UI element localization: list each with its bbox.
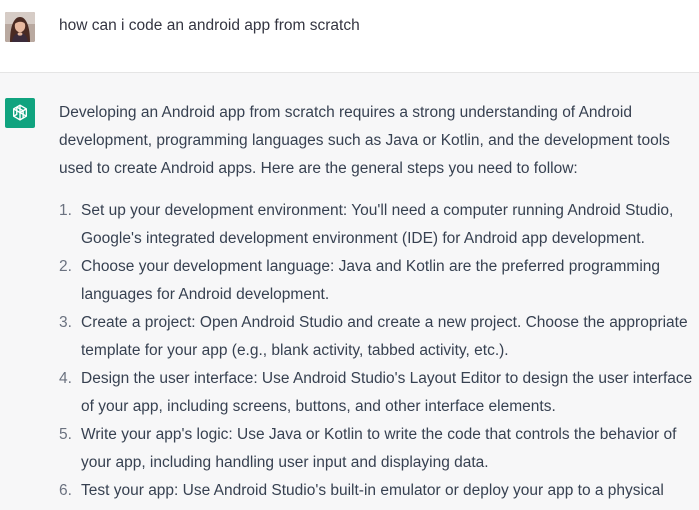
list-item: 1. Set up your development environment: … [59, 197, 699, 253]
step-number: 2. [59, 258, 72, 275]
step-line: languages for Android development. [81, 286, 330, 303]
intro-line: Developing an Android app from scratch r… [59, 104, 632, 121]
assistant-message-body: Developing an Android app from scratch r… [59, 99, 699, 505]
user-avatar-photo-icon [5, 12, 35, 42]
intro-line: development, programming languages such … [59, 132, 670, 149]
assistant-avatar [5, 98, 35, 128]
step-line: of your app, including screens, buttons,… [81, 398, 556, 415]
user-message-row: how can i code an android app from scrat… [0, 0, 699, 73]
user-message-text: how can i code an android app from scrat… [59, 17, 360, 34]
intro-line: used to create Android apps. Here are th… [59, 160, 578, 177]
step-number: 4. [59, 370, 72, 387]
step-number: 5. [59, 426, 72, 443]
step-number: 1. [59, 202, 72, 219]
step-line: Choose your development language: Java a… [81, 258, 661, 275]
step-number: 6. [59, 482, 72, 499]
step-line: Design the user interface: Use Android S… [81, 370, 693, 387]
step-line: Write your app's logic: Use Java or Kotl… [81, 426, 677, 443]
openai-logo-icon [12, 104, 28, 121]
list-item: 6. Test your app: Use Android Studio's b… [59, 477, 699, 505]
step-line: template for your app (e.g., blank activ… [81, 342, 509, 359]
list-item: 4. Design the user interface: Use Androi… [59, 365, 699, 421]
step-line: your app, including handling user input … [81, 454, 489, 471]
user-avatar [5, 12, 35, 42]
list-item: 5. Write your app's logic: Use Java or K… [59, 421, 699, 477]
assistant-intro-paragraph: Developing an Android app from scratch r… [59, 99, 695, 183]
list-item: 3. Create a project: Open Android Studio… [59, 309, 699, 365]
step-line: Create a project: Open Android Studio an… [81, 314, 688, 331]
step-line: Google's integrated development environm… [81, 230, 645, 247]
step-number: 3. [59, 314, 72, 331]
step-line: Test your app: Use Android Studio's buil… [81, 482, 664, 499]
chat-page: how can i code an android app from scrat… [0, 0, 699, 510]
assistant-message-row: Developing an Android app from scratch r… [0, 73, 699, 510]
steps-list: 1. Set up your development environment: … [59, 197, 699, 505]
step-line: Set up your development environment: You… [81, 202, 674, 219]
list-item: 2. Choose your development language: Jav… [59, 253, 699, 309]
